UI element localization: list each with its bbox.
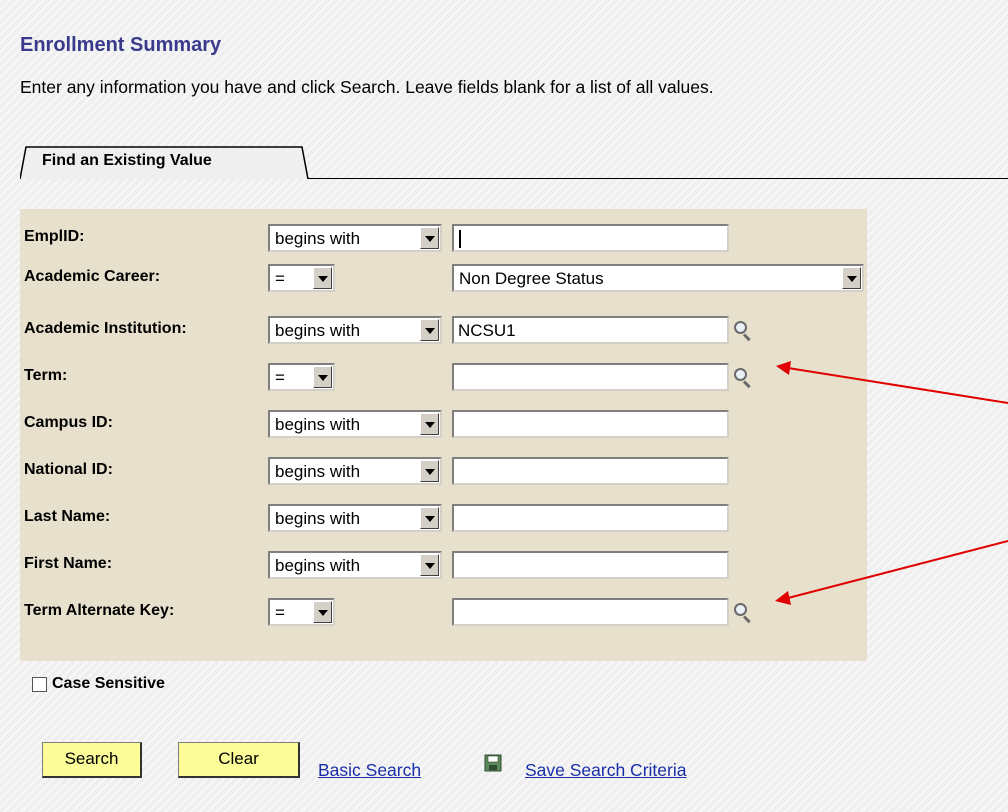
magnifier-icon[interactable] <box>734 321 752 342</box>
search-button[interactable]: Search <box>42 742 142 778</box>
field-row-first-name: First Name: begins with <box>20 544 867 584</box>
search-form-panel: EmplID: begins with Academic Career: = N… <box>20 209 867 661</box>
operator-select[interactable]: begins with <box>268 551 442 579</box>
clear-button[interactable]: Clear <box>178 742 300 778</box>
field-row-term: Term: = <box>20 356 867 396</box>
term-input[interactable] <box>452 363 729 391</box>
chevron-down-icon <box>420 319 439 341</box>
national-id-input[interactable] <box>452 457 729 485</box>
operator-select[interactable]: = <box>268 363 335 391</box>
field-label: EmplID: <box>24 228 85 245</box>
page-title: Enrollment Summary <box>20 34 222 56</box>
field-label: First Name: <box>24 555 113 572</box>
emplid-input[interactable] <box>452 224 729 252</box>
academic-institution-input[interactable]: NCSU1 <box>452 316 729 344</box>
field-label: Academic Institution: <box>24 320 187 337</box>
field-row-emplid: EmplID: begins with <box>20 217 867 257</box>
field-row-campus-id: Campus ID: begins with <box>20 403 867 443</box>
chevron-down-icon <box>420 460 439 482</box>
first-name-input[interactable] <box>452 551 729 579</box>
field-row-academic-institution: Academic Institution: begins with NCSU1 <box>20 309 867 349</box>
last-name-input[interactable] <box>452 504 729 532</box>
operator-select[interactable]: begins with <box>268 224 442 252</box>
field-label: National ID: <box>24 461 113 478</box>
text-caret <box>459 230 461 248</box>
operator-select[interactable]: begins with <box>268 457 442 485</box>
chevron-down-icon <box>420 227 439 249</box>
term-alternate-key-input[interactable] <box>452 598 729 626</box>
field-row-term-alternate-key: Term Alternate Key: = <box>20 591 867 631</box>
field-label: Last Name: <box>24 508 111 525</box>
field-label: Campus ID: <box>24 414 113 431</box>
field-row-national-id: National ID: begins with <box>20 450 867 490</box>
field-row-last-name: Last Name: begins with <box>20 497 867 537</box>
field-label: Academic Career: <box>24 268 161 285</box>
operator-select[interactable]: = <box>268 264 335 292</box>
academic-career-select[interactable]: Non Degree Status <box>452 264 864 292</box>
tab-bar: Find an Existing Value <box>20 146 1008 179</box>
operator-select[interactable]: begins with <box>268 504 442 532</box>
magnifier-icon[interactable] <box>734 368 752 389</box>
basic-search-link[interactable]: Basic Search <box>318 760 421 781</box>
case-sensitive-label: Case Sensitive <box>52 675 165 692</box>
chevron-down-icon <box>313 267 332 289</box>
operator-select[interactable]: begins with <box>268 410 442 438</box>
save-search-criteria-link[interactable]: Save Search Criteria <box>525 760 686 781</box>
chevron-down-icon <box>313 366 332 388</box>
operator-select[interactable]: = <box>268 598 335 626</box>
chevron-down-icon <box>420 413 439 435</box>
tab-find-existing-value[interactable]: Find an Existing Value <box>20 146 310 179</box>
chevron-down-icon <box>420 507 439 529</box>
field-label: Term Alternate Key: <box>24 602 175 619</box>
field-row-academic-career: Academic Career: = Non Degree Status <box>20 257 867 297</box>
operator-select[interactable]: begins with <box>268 316 442 344</box>
page-instructions: Enter any information you have and click… <box>20 77 714 97</box>
tab-label: Find an Existing Value <box>42 152 212 169</box>
floppy-disk-icon <box>484 754 502 772</box>
chevron-down-icon <box>842 267 861 289</box>
field-label: Term: <box>24 367 68 384</box>
case-sensitive-checkbox[interactable] <box>32 677 47 692</box>
chevron-down-icon <box>420 554 439 576</box>
campus-id-input[interactable] <box>452 410 729 438</box>
magnifier-icon[interactable] <box>734 603 752 624</box>
chevron-down-icon <box>313 601 332 623</box>
